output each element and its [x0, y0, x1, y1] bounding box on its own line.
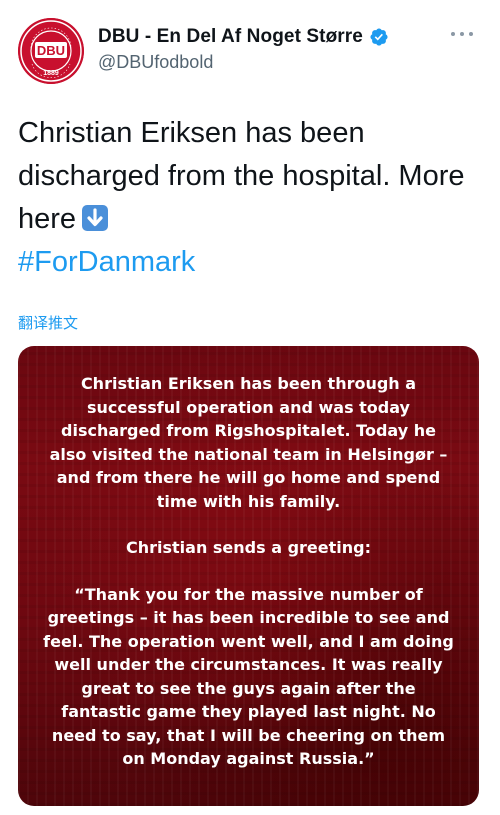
account-handle[interactable]: @DBUfodbold	[98, 52, 389, 73]
avatar[interactable]: DBU 1889	[18, 18, 84, 84]
display-name-row[interactable]: DBU - En Del Af Noget Større	[98, 26, 389, 48]
tweet-text: Christian Eriksen has been discharged fr…	[18, 112, 478, 284]
hashtag-link[interactable]: #ForDanmark	[18, 241, 478, 284]
more-options-icon[interactable]	[448, 24, 476, 44]
tweet-media-image[interactable]: Christian Eriksen has been through a suc…	[18, 346, 479, 806]
logo-text: DBU	[37, 43, 65, 58]
media-text: Christian Eriksen has been through a suc…	[42, 372, 455, 771]
media-paragraph-1: Christian Eriksen has been through a suc…	[49, 374, 448, 511]
down-arrow-emoji-icon	[82, 205, 109, 231]
media-paragraph-3: “Thank you for the massive number of gre…	[43, 584, 454, 769]
dbu-logo: DBU 1889	[18, 18, 84, 84]
account-names: DBU - En Del Af Noget Større @DBUfodbold	[98, 26, 389, 73]
logo-year: 1889	[43, 70, 59, 77]
media-paragraph-2: Christian sends a greeting:	[125, 538, 372, 557]
verified-badge-icon	[369, 27, 389, 47]
tweet-header: DBU 1889 DBU - En Del Af Noget Større @D…	[18, 18, 482, 88]
display-name[interactable]: DBU - En Del Af Noget Større	[98, 26, 363, 48]
translate-tweet-link[interactable]: 翻译推文	[18, 312, 78, 333]
